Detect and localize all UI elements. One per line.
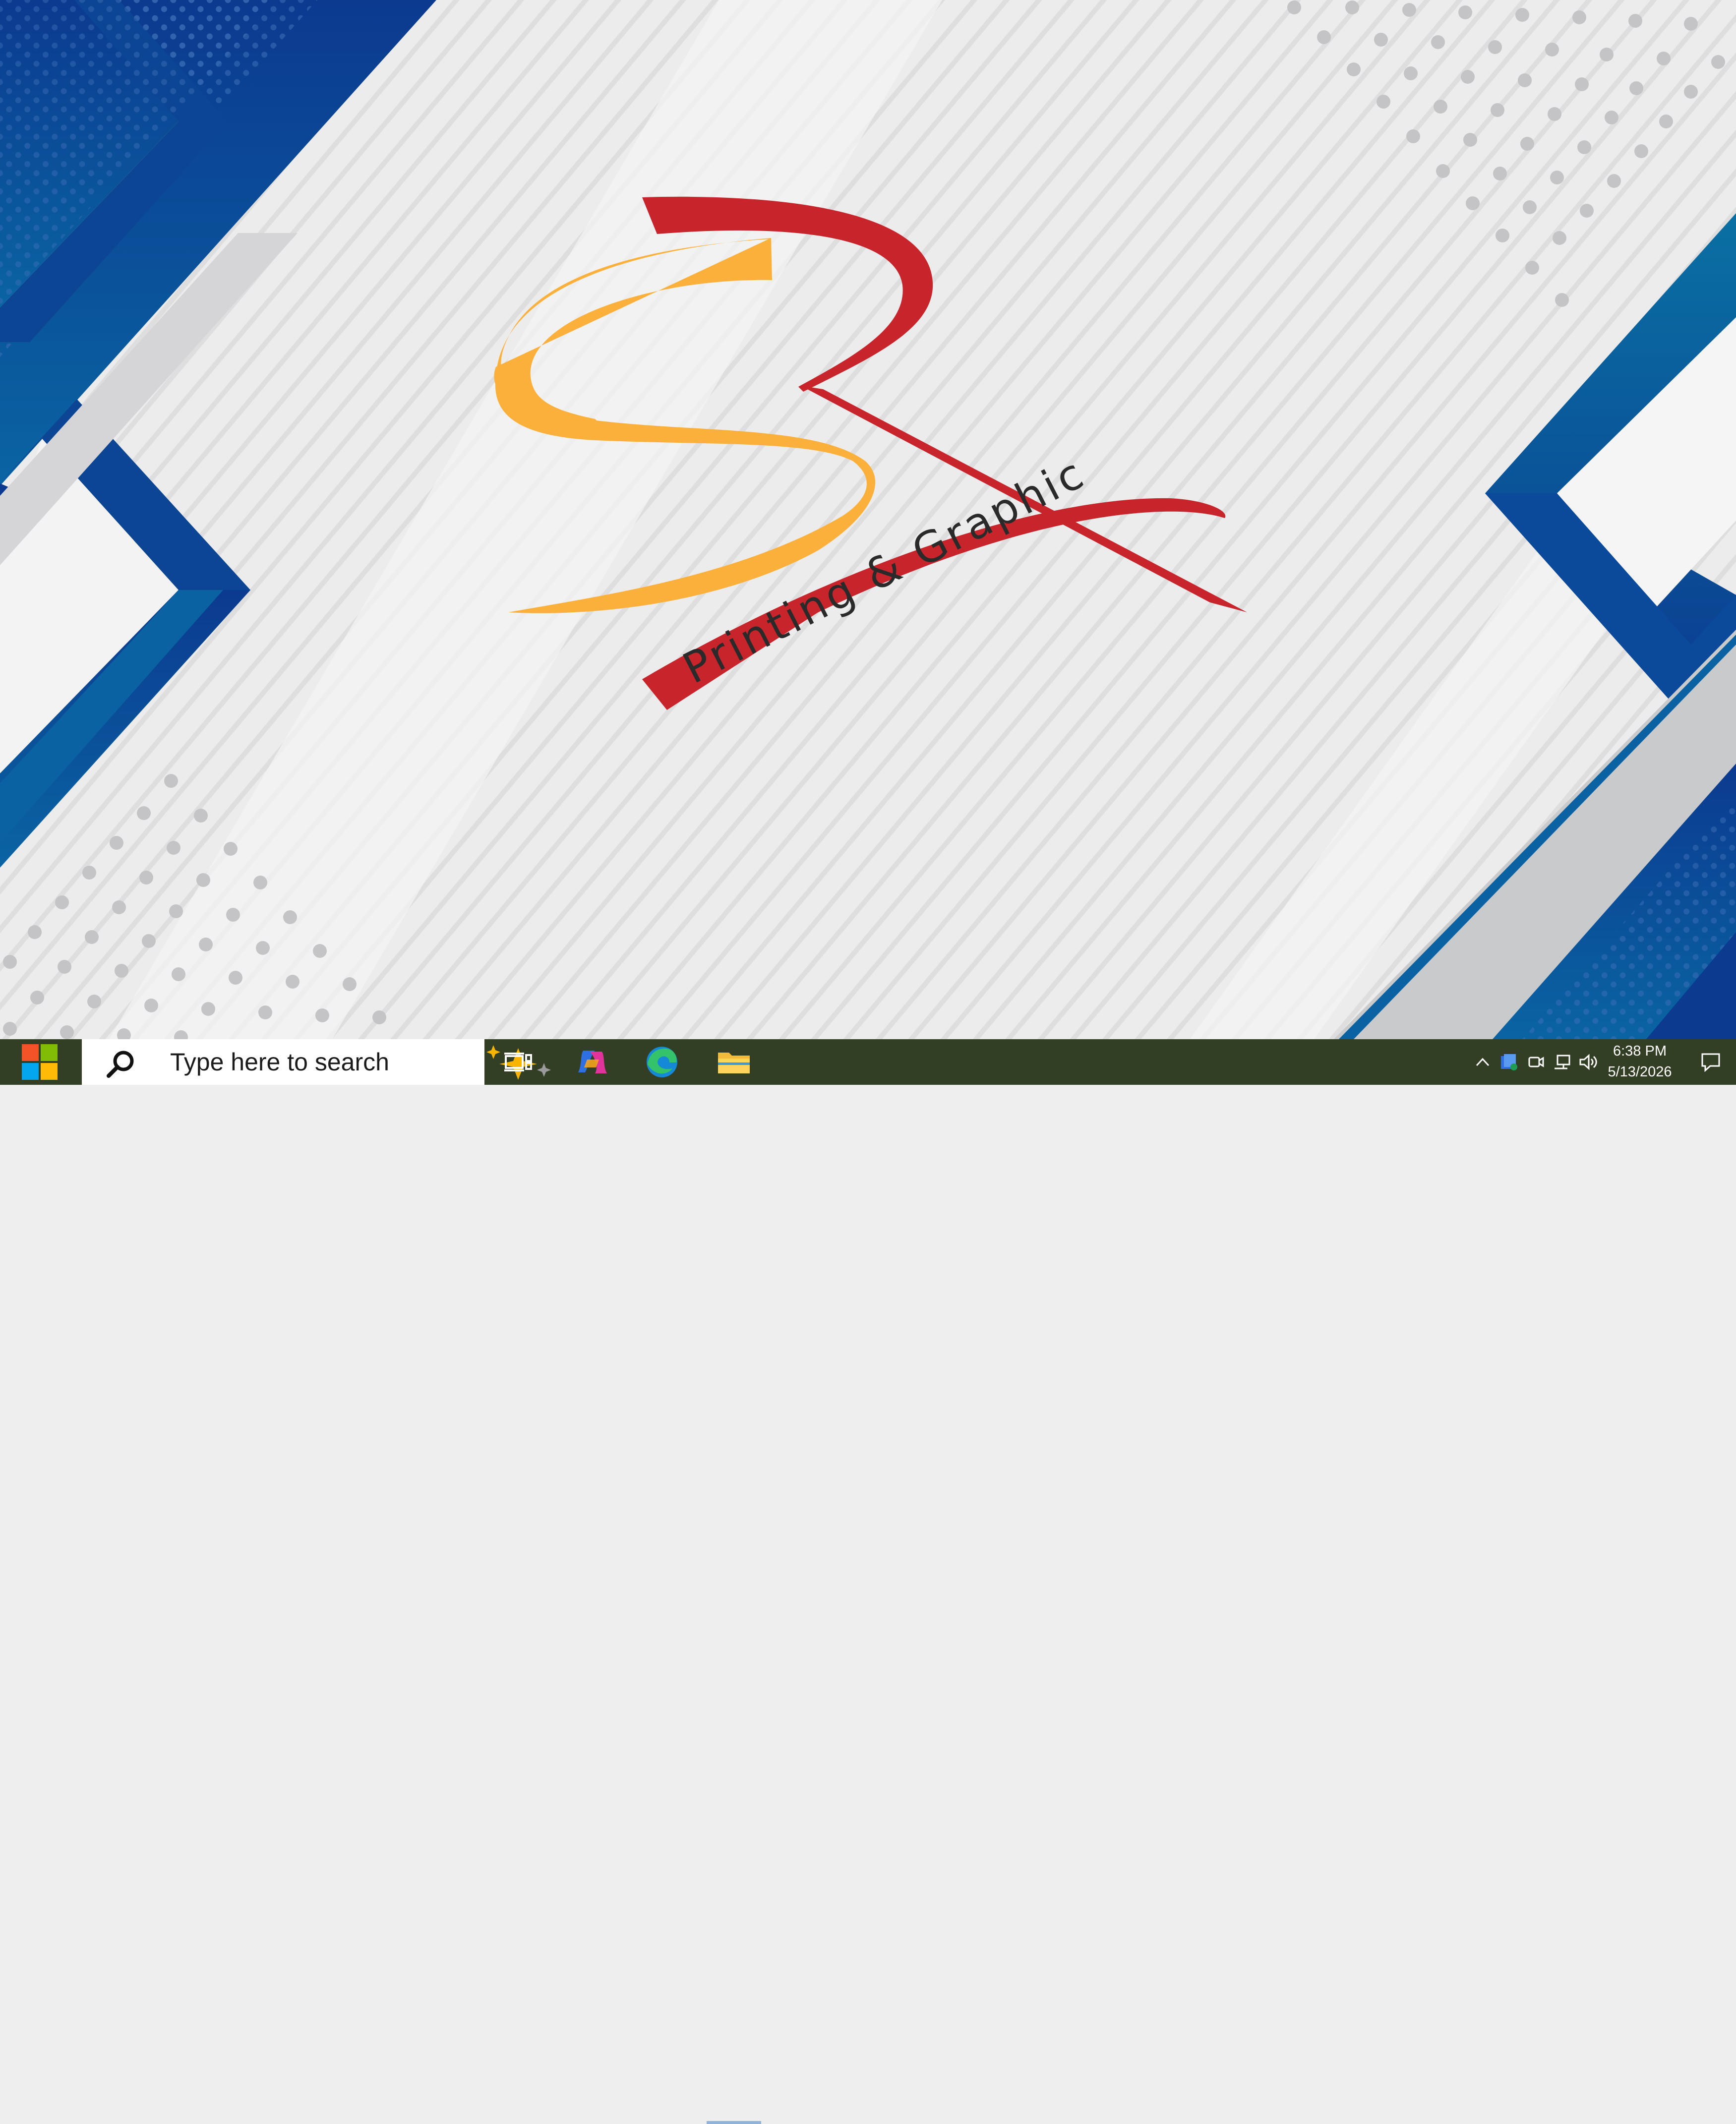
active-app-indicator bbox=[707, 2121, 761, 2124]
edge-icon bbox=[647, 1047, 677, 1077]
file-explorer-button[interactable] bbox=[704, 1039, 764, 1085]
start-button[interactable] bbox=[0, 1039, 79, 1085]
edge-button[interactable] bbox=[632, 1039, 692, 1085]
folder-icon bbox=[718, 1053, 750, 1073]
desktop[interactable]: Printing & Graphic bbox=[0, 0, 1736, 1039]
copilot-icon bbox=[578, 1051, 607, 1073]
search-icon bbox=[107, 1051, 134, 1078]
onedrive-sync-button[interactable] bbox=[1496, 1039, 1522, 1085]
show-hidden-icons-button[interactable] bbox=[1470, 1039, 1495, 1085]
search-placeholder: Type here to search bbox=[170, 1048, 389, 1076]
task-view-button[interactable] bbox=[488, 1039, 548, 1085]
volume-button[interactable] bbox=[1576, 1039, 1602, 1085]
task-view-icon bbox=[504, 1053, 532, 1071]
copilot-button[interactable] bbox=[563, 1039, 622, 1085]
notifications-button[interactable] bbox=[1686, 1039, 1736, 1085]
clock-date: 5/13/2026 bbox=[1608, 1064, 1672, 1080]
windows-logo-icon bbox=[22, 1044, 58, 1080]
meet-now-icon bbox=[1528, 1057, 1544, 1067]
search-box[interactable]: Type here to search bbox=[82, 1039, 551, 1085]
chevron-up-icon bbox=[1476, 1058, 1490, 1066]
taskbar: Type here to search 6:38 PM 5/13/2026 bbox=[0, 1039, 1736, 2124]
meet-now-button[interactable] bbox=[1523, 1039, 1548, 1085]
desktop-wallpaper bbox=[0, 0, 1736, 1039]
volume-icon bbox=[1579, 1054, 1597, 1070]
network-button[interactable] bbox=[1549, 1039, 1575, 1085]
onedrive-sync-icon bbox=[1501, 1054, 1517, 1070]
network-icon bbox=[1555, 1055, 1570, 1069]
notification-icon bbox=[1701, 1053, 1720, 1072]
clock-time: 6:38 PM bbox=[1613, 1043, 1667, 1059]
clock[interactable]: 6:38 PM 5/13/2026 bbox=[1603, 1039, 1677, 1085]
